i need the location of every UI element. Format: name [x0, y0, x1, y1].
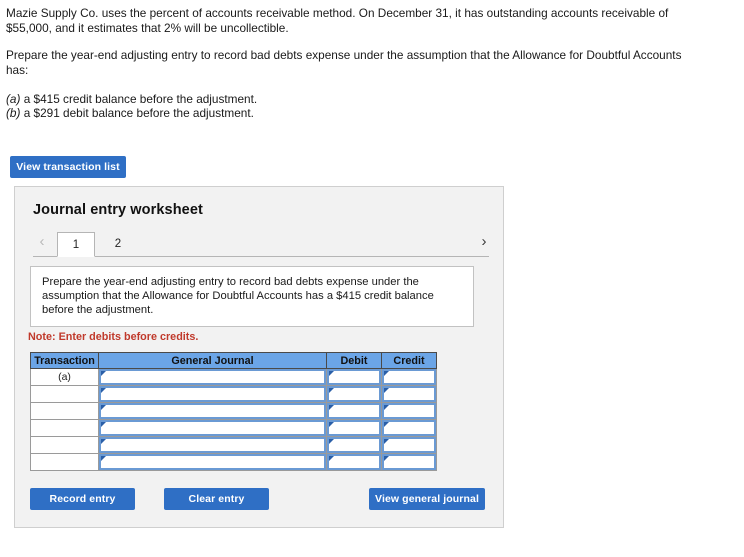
debit-input[interactable]: [327, 454, 381, 470]
dropdown-marker-icon: [384, 371, 389, 376]
credit-input[interactable]: [382, 369, 436, 385]
dropdown-marker-icon: [384, 422, 389, 427]
problem-option-a: (a) a $415 credit balance before the adj…: [6, 92, 734, 106]
dropdown-marker-icon: [384, 388, 389, 393]
general-journal-input[interactable]: [99, 386, 326, 402]
transaction-label: [30, 436, 99, 454]
problem-paragraph-1: Mazie Supply Co. uses the percent of acc…: [6, 6, 669, 35]
problem-options: (a) a $415 credit balance before the adj…: [6, 92, 734, 120]
table-row: [30, 436, 437, 454]
tab-2[interactable]: 2: [99, 232, 137, 257]
credit-cell[interactable]: [381, 368, 437, 386]
table-body: (a): [30, 368, 437, 471]
view-transaction-list-button[interactable]: View transaction list: [10, 156, 126, 178]
tab-1[interactable]: 1: [57, 232, 95, 257]
credit-input[interactable]: [382, 454, 436, 470]
table-row: [30, 419, 437, 437]
general-journal-input[interactable]: [99, 369, 326, 385]
problem-paragraph-2: Prepare the year-end adjusting entry to …: [6, 48, 682, 77]
instruction-box: Prepare the year-end adjusting entry to …: [30, 266, 474, 327]
credit-cell[interactable]: [381, 402, 437, 420]
general-journal-input[interactable]: [99, 420, 326, 436]
dropdown-marker-icon: [329, 388, 334, 393]
note-text: Note: Enter debits before credits.: [28, 331, 199, 343]
table-row: (a): [30, 368, 437, 386]
table-header-row: Transaction General Journal Debit Credit: [30, 352, 437, 369]
transaction-label: [30, 419, 99, 437]
chevron-right-icon[interactable]: ›: [475, 232, 493, 254]
chevron-left-icon[interactable]: ‹: [33, 232, 51, 254]
transaction-label: [30, 402, 99, 420]
column-header-transaction: Transaction: [30, 352, 99, 369]
option-a-text: a $415 credit balance before the adjustm…: [20, 92, 258, 106]
general-journal-cell[interactable]: [98, 453, 327, 471]
debit-cell[interactable]: [326, 419, 382, 437]
dropdown-marker-icon: [384, 456, 389, 461]
transaction-label: [30, 385, 99, 403]
dropdown-marker-icon: [101, 405, 106, 410]
dropdown-marker-icon: [329, 456, 334, 461]
credit-cell[interactable]: [381, 419, 437, 437]
credit-input[interactable]: [382, 420, 436, 436]
transaction-label: (a): [30, 368, 99, 386]
debit-cell[interactable]: [326, 436, 382, 454]
credit-input[interactable]: [382, 386, 436, 402]
dropdown-marker-icon: [384, 405, 389, 410]
dropdown-marker-icon: [101, 388, 106, 393]
general-journal-cell[interactable]: [98, 402, 327, 420]
dropdown-marker-icon: [384, 439, 389, 444]
general-journal-cell[interactable]: [98, 385, 327, 403]
credit-cell[interactable]: [381, 436, 437, 454]
option-b-label: (b): [6, 106, 21, 120]
clear-entry-button[interactable]: Clear entry: [164, 488, 269, 510]
table-row: [30, 453, 437, 471]
dropdown-marker-icon: [101, 456, 106, 461]
debit-input[interactable]: [327, 369, 381, 385]
general-journal-cell[interactable]: [98, 419, 327, 437]
option-a-label: (a): [6, 92, 21, 106]
column-header-credit: Credit: [381, 352, 437, 369]
general-journal-input[interactable]: [99, 403, 326, 419]
record-entry-button[interactable]: Record entry: [30, 488, 135, 510]
credit-cell[interactable]: [381, 453, 437, 471]
problem-option-b: (b) a $291 debit balance before the adju…: [6, 106, 734, 120]
debit-input[interactable]: [327, 386, 381, 402]
debit-cell[interactable]: [326, 385, 382, 403]
dropdown-marker-icon: [329, 371, 334, 376]
credit-input[interactable]: [382, 403, 436, 419]
debit-input[interactable]: [327, 420, 381, 436]
dropdown-marker-icon: [101, 371, 106, 376]
transaction-label: [30, 453, 99, 471]
debit-cell[interactable]: [326, 453, 382, 471]
worksheet-tab-bar: ‹ 1 2 ›: [15, 230, 503, 257]
column-header-debit: Debit: [326, 352, 382, 369]
credit-cell[interactable]: [381, 385, 437, 403]
general-journal-input[interactable]: [99, 437, 326, 453]
problem-statement: Mazie Supply Co. uses the percent of acc…: [0, 0, 744, 120]
journal-entry-table: Transaction General Journal Debit Credit…: [30, 352, 437, 471]
view-general-journal-button[interactable]: View general journal: [369, 488, 485, 510]
general-journal-cell[interactable]: [98, 436, 327, 454]
worksheet-title: Journal entry worksheet: [33, 202, 203, 218]
dropdown-marker-icon: [329, 439, 334, 444]
debit-cell[interactable]: [326, 402, 382, 420]
general-journal-input[interactable]: [99, 454, 326, 470]
dropdown-marker-icon: [329, 422, 334, 427]
dropdown-marker-icon: [101, 422, 106, 427]
general-journal-cell[interactable]: [98, 368, 327, 386]
debit-cell[interactable]: [326, 368, 382, 386]
dropdown-marker-icon: [101, 439, 106, 444]
option-b-text: a $291 debit balance before the adjustme…: [20, 106, 254, 120]
debit-input[interactable]: [327, 437, 381, 453]
credit-input[interactable]: [382, 437, 436, 453]
table-row: [30, 402, 437, 420]
dropdown-marker-icon: [329, 405, 334, 410]
debit-input[interactable]: [327, 403, 381, 419]
column-header-general-journal: General Journal: [98, 352, 327, 369]
table-row: [30, 385, 437, 403]
